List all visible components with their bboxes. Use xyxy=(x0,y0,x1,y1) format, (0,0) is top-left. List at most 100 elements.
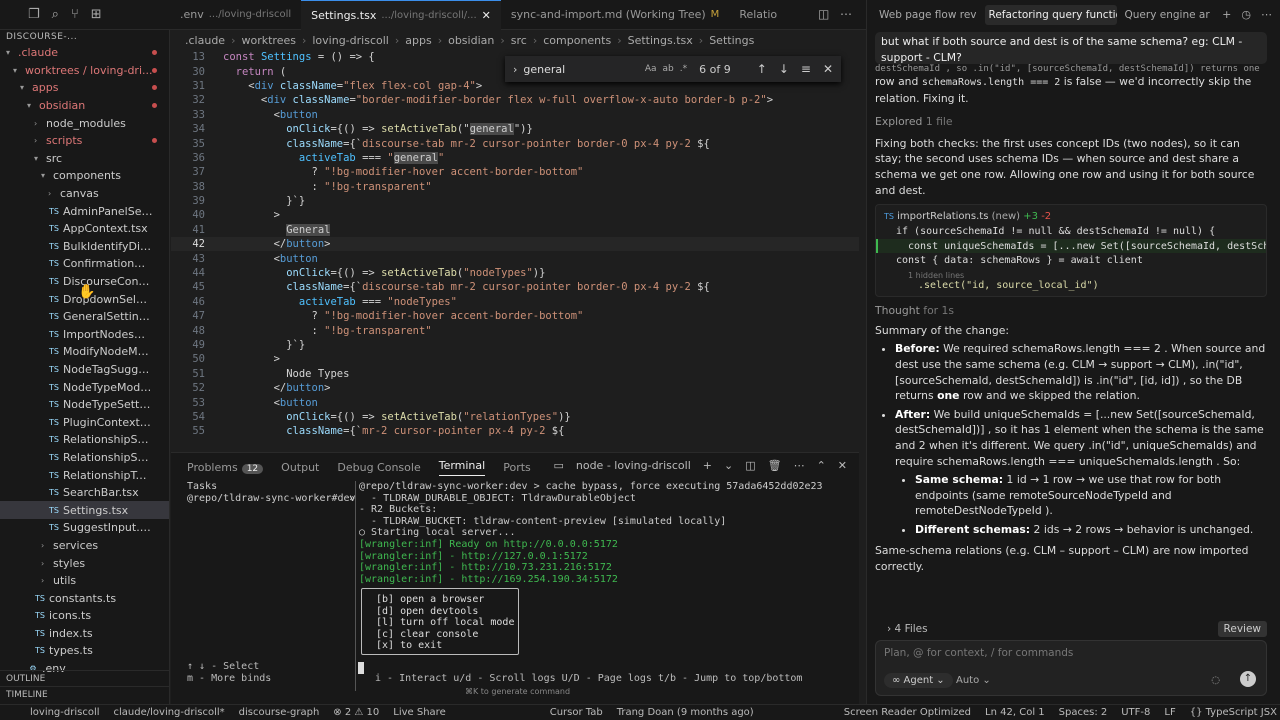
close-panel-icon[interactable]: ✕ xyxy=(838,459,847,472)
editor-tab[interactable]: Settings.tsx .../loving-driscoll/... ✕ xyxy=(301,0,501,30)
tree-item[interactable]: TS SuggestInput.tsx xyxy=(0,519,169,537)
code-lines[interactable]: 13 const Settings = () => {30 return (31 … xyxy=(171,50,859,439)
tab-ports[interactable]: Ports xyxy=(503,461,531,474)
tab-output[interactable]: Output xyxy=(281,461,319,474)
previous-match-icon[interactable]: ↑ xyxy=(757,62,767,76)
status-item[interactable]: Trang Doan (9 months ago) xyxy=(617,707,754,718)
code-line[interactable]: 39 }`} xyxy=(171,194,859,208)
tree-item[interactable]: TS PluginContext.tsx xyxy=(0,413,169,431)
tree-item[interactable]: ▾ apps xyxy=(0,79,169,97)
tree-item[interactable]: TS GeneralSettings.tsx xyxy=(0,308,169,326)
tree-item[interactable]: › canvas xyxy=(0,185,169,203)
editor-tab[interactable]: .env .../loving-driscoll xyxy=(170,0,301,30)
code-line[interactable]: 53 < button xyxy=(171,395,859,409)
tree-item[interactable]: TS NodeTypeModal.tsx xyxy=(0,378,169,396)
status-item[interactable]: UTF-8 xyxy=(1121,707,1150,718)
code-line[interactable]: 48 : "!bg-transparent" xyxy=(171,323,859,337)
history-icon[interactable]: ◷ xyxy=(1241,8,1251,21)
status-item[interactable]: Ln 42, Col 1 xyxy=(985,707,1045,718)
tree-item[interactable]: TS ModifyNodeModal.t... xyxy=(0,343,169,361)
breadcrumb-item[interactable]: Settings.tsx xyxy=(628,34,693,47)
next-match-icon[interactable]: ↓ xyxy=(779,62,789,76)
tree-item[interactable]: TS RelationshipTypeSe... xyxy=(0,466,169,484)
status-item[interactable]: Cursor Tab xyxy=(550,707,603,718)
code-line[interactable]: 36 activeTab === " general " xyxy=(171,151,859,165)
editor-tab[interactable]: sync-and-import.md (Working Tree) M xyxy=(501,0,729,30)
trash-icon[interactable]: 🗑 xyxy=(768,459,782,472)
tab-debug-console[interactable]: Debug Console xyxy=(337,461,420,474)
code-line[interactable]: 41 General xyxy=(171,223,859,237)
files-icon[interactable]: ❐ xyxy=(28,7,40,22)
tree-item[interactable]: TS RelationshipSection... xyxy=(0,431,169,449)
close-icon[interactable]: ✕ xyxy=(482,9,491,22)
send-icon[interactable]: ↑ xyxy=(1240,671,1256,687)
split-editor-icon[interactable]: ◫ xyxy=(818,7,829,21)
breadcrumb-item[interactable]: Settings xyxy=(709,34,754,47)
close-find-icon[interactable]: ✕ xyxy=(823,62,833,76)
tree-item[interactable]: TS RelationshipSetting... xyxy=(0,449,169,467)
tree-item[interactable]: › node_modules xyxy=(0,114,169,132)
tree-item[interactable]: › styles xyxy=(0,554,169,572)
breadcrumb-item[interactable]: obsidian xyxy=(448,34,494,47)
tree-item[interactable]: TS icons.ts xyxy=(0,607,169,625)
editor-tab[interactable]: Relatio xyxy=(729,0,787,30)
tree-item[interactable]: TS index.ts xyxy=(0,625,169,643)
regex-toggle[interactable]: .* xyxy=(680,64,687,74)
find-toggle-replace-icon[interactable]: › xyxy=(513,63,517,76)
chat-tab[interactable]: Web page flow rev xyxy=(875,5,981,25)
user-message[interactable]: but what if both source and dest is of t… xyxy=(875,32,1267,64)
code-line[interactable]: 35 className ={` discourse-tab mr-2 cursor… xyxy=(171,136,859,150)
more-icon[interactable]: ⋯ xyxy=(1261,8,1272,21)
hidden-lines[interactable]: 1 hidden lines xyxy=(876,268,1266,280)
tab-terminal[interactable]: Terminal xyxy=(438,459,486,476)
status-item[interactable]: {} TypeScript JSX xyxy=(1190,707,1277,718)
whole-word-toggle[interactable]: ab xyxy=(663,64,674,74)
status-item[interactable]: Spaces: 2 xyxy=(1059,707,1108,718)
tree-item[interactable]: TS NodeTypeSettings.t... xyxy=(0,396,169,414)
model-select[interactable]: Auto ⌄ xyxy=(956,675,991,686)
tree-item[interactable]: TS AppContext.tsx xyxy=(0,220,169,238)
changed-files-bar[interactable]: › 4 Files Review xyxy=(875,620,1267,638)
code-diff-card[interactable]: TS importRelations.ts (new) +3 -2 if (so… xyxy=(875,204,1267,298)
timeline-section[interactable]: TIMELINE xyxy=(0,686,169,703)
chevron-down-icon[interactable]: ⌄ xyxy=(724,459,733,472)
breadcrumb-item[interactable]: worktrees xyxy=(241,34,295,47)
match-case-toggle[interactable]: Aa xyxy=(645,64,657,74)
status-item[interactable]: LF xyxy=(1164,707,1175,718)
find-in-selection-icon[interactable]: ≡ xyxy=(801,62,811,76)
tree-item[interactable]: ▾ components xyxy=(0,167,169,185)
code-line[interactable]: 40 > xyxy=(171,208,859,222)
agent-mode-select[interactable]: ∞ Agent ⌄ xyxy=(884,673,953,688)
code-line[interactable]: 55 className ={` mr-2 cursor-pointer px-4 … xyxy=(171,424,859,438)
tree-item[interactable]: TS AdminPanelSettings... xyxy=(0,202,169,220)
source-control-icon[interactable]: ⑂ xyxy=(71,7,79,22)
chat-input[interactable]: Plan, @ for context, / for commands ∞ Ag… xyxy=(875,640,1267,696)
status-item[interactable]: loving-driscoll xyxy=(30,707,100,718)
tree-item[interactable]: › scripts xyxy=(0,132,169,150)
outline-section[interactable]: OUTLINE xyxy=(0,670,169,687)
code-line[interactable]: 54 onClick ={() => setActiveTab("relation… xyxy=(171,410,859,424)
split-terminal-icon[interactable]: ◫ xyxy=(745,459,755,472)
more-icon[interactable]: ⋯ xyxy=(794,459,805,472)
code-line[interactable]: 34 onClick ={() => setActiveTab (" general "… xyxy=(171,122,859,136)
extensions-icon[interactable]: ⊞ xyxy=(91,7,102,22)
code-line[interactable]: 38 : "!bg-transparent" xyxy=(171,180,859,194)
tree-item[interactable]: ▾ src xyxy=(0,150,169,168)
tree-item[interactable]: TS Settings.tsx xyxy=(0,501,169,520)
new-chat-icon[interactable]: + xyxy=(1222,8,1231,21)
code-line[interactable]: 44 onClick ={() => setActiveTab("nodeType… xyxy=(171,266,859,280)
code-line[interactable]: 45 className ={` discourse-tab mr-2 cursor… xyxy=(171,280,859,294)
status-item[interactable]: discourse-graph xyxy=(239,707,320,718)
terminal-output[interactable]: @repo/tldraw-sync-worker:dev > cache byp… xyxy=(359,481,849,585)
breadcrumb-item[interactable]: components xyxy=(543,34,611,47)
tree-item[interactable]: ▾ .claude xyxy=(0,44,169,62)
code-editor[interactable]: .claude › worktrees › loving-driscoll › apps › o… xyxy=(171,30,859,452)
tree-item[interactable]: TS BulkIdentifyDiscour... xyxy=(0,238,169,256)
tree-item[interactable]: TS constants.ts xyxy=(0,589,169,607)
review-button[interactable]: Review xyxy=(1217,621,1267,637)
code-line[interactable]: 46 activeTab === "nodeTypes" xyxy=(171,295,859,309)
new-terminal-icon[interactable]: + xyxy=(703,459,712,472)
tree-item[interactable]: ▾ worktrees / loving-dri... xyxy=(0,62,169,80)
breadcrumb-item[interactable]: .claude xyxy=(185,34,225,47)
terminal-name[interactable]: node - loving-driscoll xyxy=(576,459,691,472)
